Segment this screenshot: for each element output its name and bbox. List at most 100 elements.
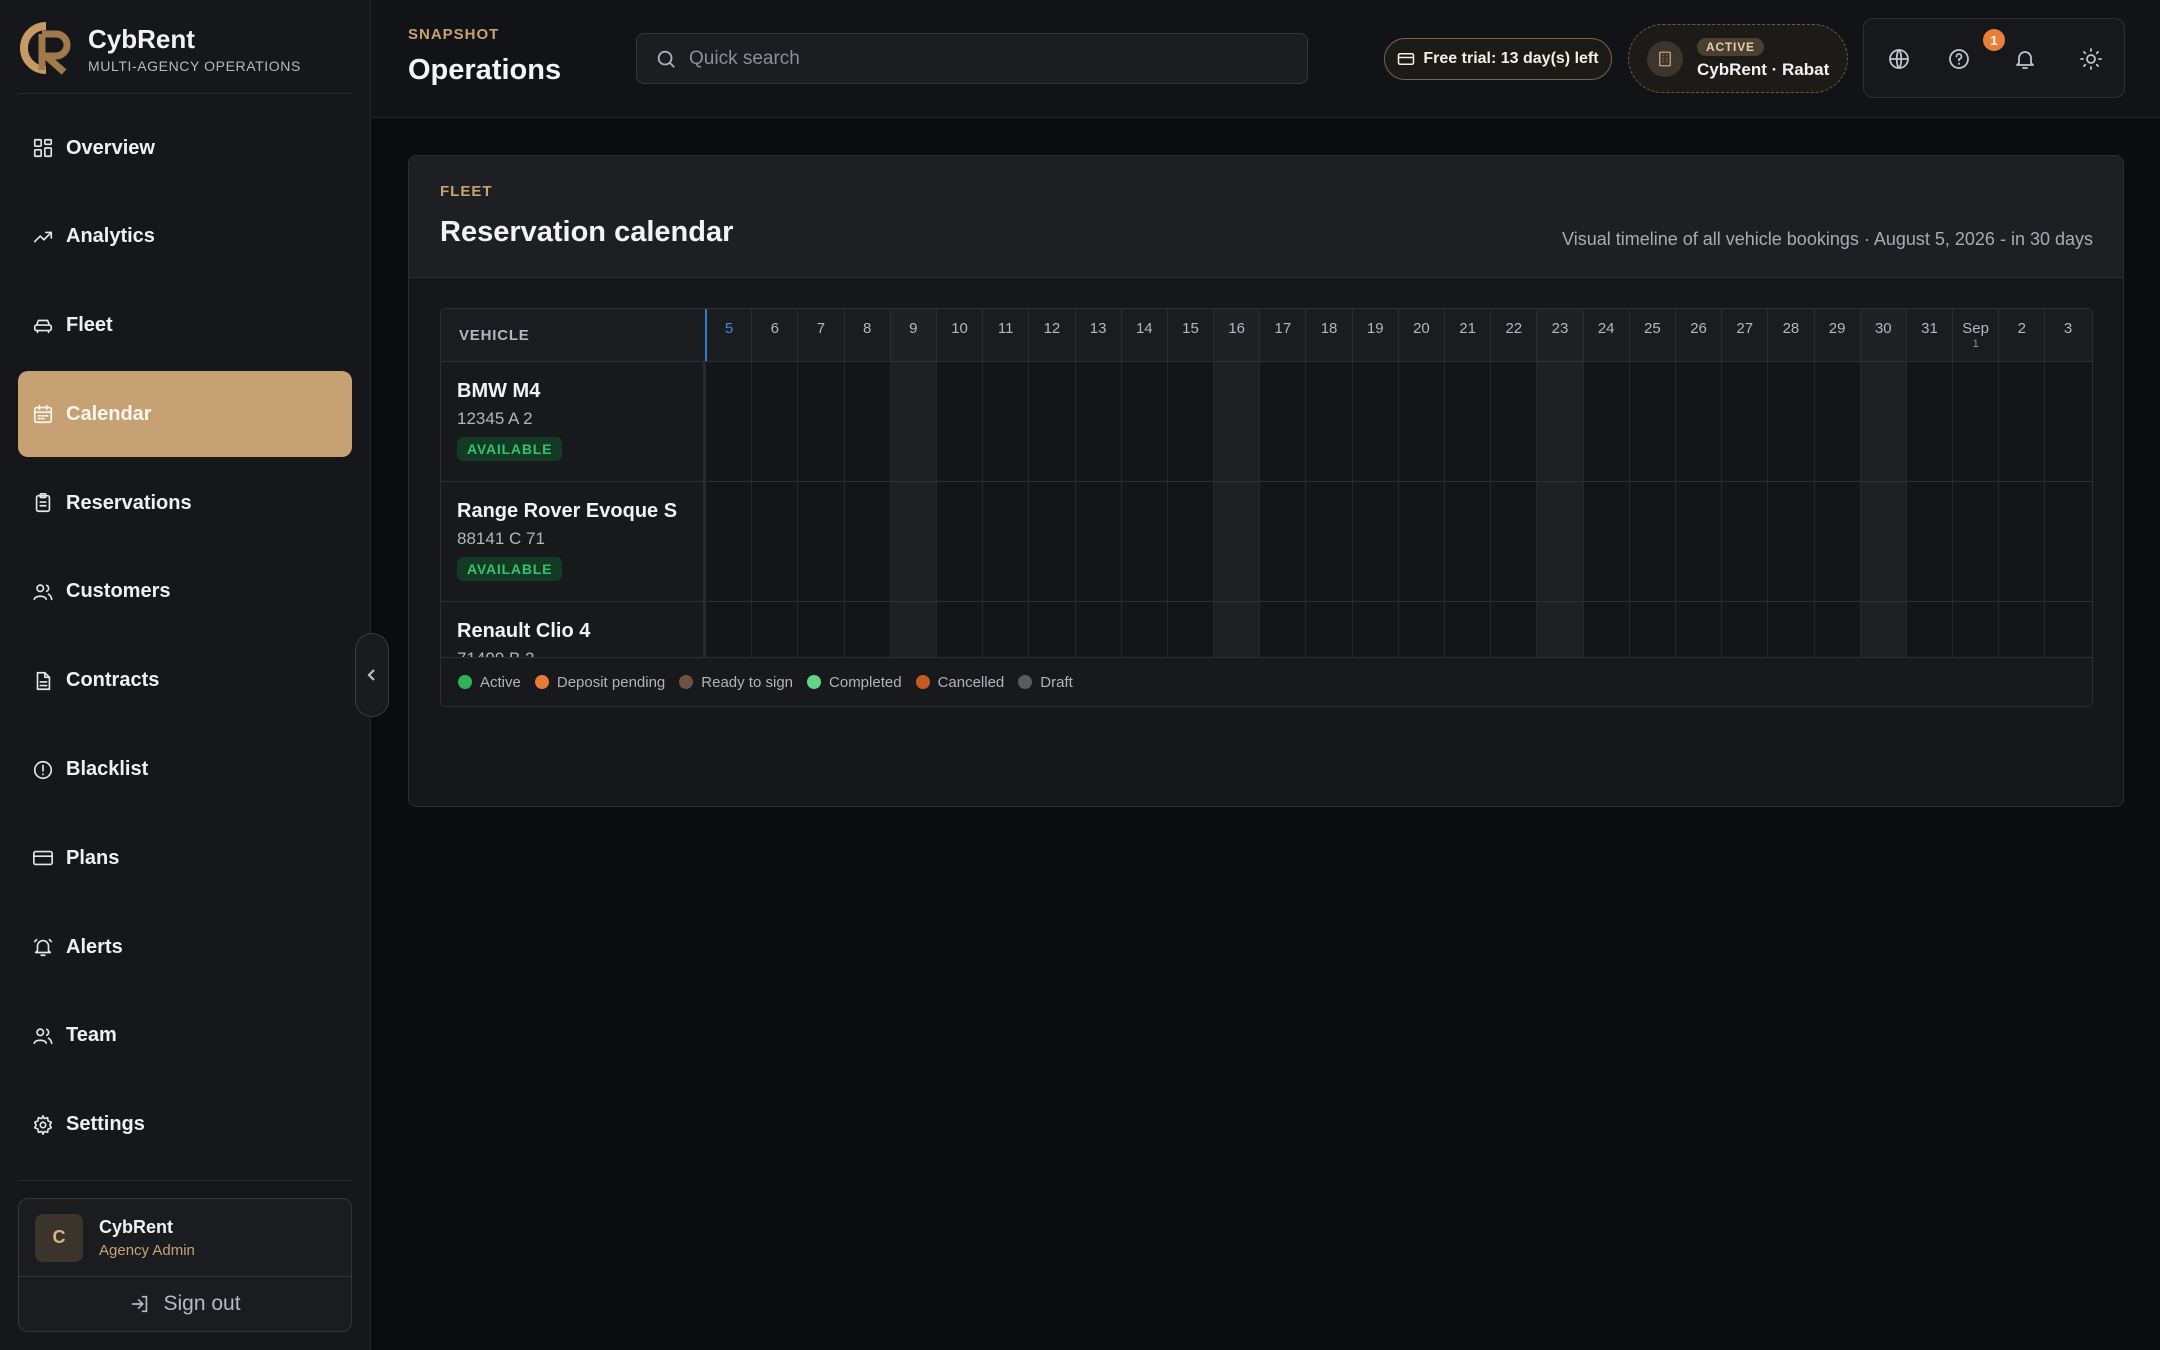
day-cell[interactable] [889, 362, 936, 481]
day-cell[interactable] [705, 482, 751, 601]
day-cell[interactable] [1213, 362, 1260, 481]
day-cell[interactable] [1952, 482, 1998, 601]
day-cell[interactable] [1259, 482, 1305, 601]
day-cell[interactable] [843, 362, 890, 481]
day-cell[interactable] [1998, 362, 2044, 481]
trend-icon [32, 226, 54, 248]
vehicle-info[interactable]: BMW M4 12345 A 2 AVAILABLE [441, 362, 705, 481]
day-cell[interactable] [1028, 362, 1074, 481]
day-cell[interactable] [1582, 362, 1629, 481]
day-label: 21 [1459, 320, 1476, 337]
day-cell[interactable] [797, 362, 843, 481]
agency-name: CybRent · Rabat [1697, 59, 1830, 79]
day-cell[interactable] [889, 482, 936, 601]
day-cell[interactable] [1536, 362, 1583, 481]
sidebar-item-settings[interactable]: Settings [18, 1082, 352, 1168]
day-cell[interactable] [1859, 362, 1906, 481]
day-cell[interactable] [1905, 362, 1952, 481]
page-title: Operations [408, 54, 562, 86]
day-cell[interactable] [1952, 362, 1998, 481]
sidebar-item-alerts[interactable]: Alerts [18, 904, 352, 990]
day-cell[interactable] [1397, 362, 1444, 481]
sidebar-item-label: Reservations [66, 491, 192, 514]
day-cell[interactable] [1859, 482, 1906, 601]
day-header: 11 [982, 309, 1028, 361]
sidebar-item-label: Settings [66, 1113, 145, 1136]
car-icon [32, 315, 54, 337]
day-cell[interactable] [1351, 482, 1398, 601]
day-cell[interactable] [705, 362, 751, 481]
sidebar-item-team[interactable]: Team [18, 993, 352, 1079]
day-cell[interactable] [982, 362, 1028, 481]
day-cell[interactable] [1305, 362, 1351, 481]
search-input[interactable] [689, 47, 1269, 70]
day-cell[interactable] [1074, 482, 1121, 601]
day-cell[interactable] [1905, 482, 1952, 601]
collapse-sidebar-button[interactable] [355, 633, 389, 717]
brand[interactable]: CybRent MULTI-AGENCY OPERATIONS [18, 20, 301, 76]
day-cell[interactable] [982, 482, 1028, 601]
day-header: 20 [1397, 309, 1444, 361]
theme-toggle-button[interactable] [2077, 45, 2105, 73]
day-cell[interactable] [1120, 362, 1167, 481]
day-cell[interactable] [1259, 362, 1305, 481]
sidebar-item-analytics[interactable]: Analytics [18, 194, 352, 280]
day-label: 12 [1043, 320, 1061, 337]
notifications-button[interactable] [2011, 45, 2039, 73]
trial-badge[interactable]: Free trial: 13 day(s) left [1384, 38, 1612, 80]
day-label: 7 [816, 320, 826, 337]
sidebar-item-blacklist[interactable]: Blacklist [18, 727, 352, 813]
day-cell[interactable] [2044, 482, 2090, 601]
day-cell[interactable] [1721, 362, 1767, 481]
day-cell[interactable] [1536, 482, 1583, 601]
day-cell[interactable] [1166, 482, 1213, 601]
day-cell[interactable] [1074, 362, 1121, 481]
sign-out-button[interactable]: Sign out [19, 1277, 351, 1331]
day-cell[interactable] [1351, 362, 1398, 481]
language-button[interactable] [1885, 45, 1913, 73]
agency-switcher[interactable]: ACTIVE CybRent · Rabat [1628, 24, 1848, 93]
day-cell[interactable] [1397, 482, 1444, 601]
day-cell[interactable] [751, 482, 797, 601]
vehicle-info[interactable]: Range Rover Evoque S 88141 C 71 AVAILABLE [441, 482, 705, 601]
day-cell[interactable] [1120, 482, 1167, 601]
sidebar-item-contracts[interactable]: Contracts [18, 638, 352, 724]
day-cell[interactable] [1213, 482, 1260, 601]
day-cell[interactable] [1998, 482, 2044, 601]
day-cell[interactable] [1813, 482, 1860, 601]
day-cell[interactable] [1813, 362, 1860, 481]
day-cell[interactable] [1582, 482, 1629, 601]
sidebar-item-plans[interactable]: Plans [18, 815, 352, 901]
day-cell[interactable] [1444, 482, 1490, 601]
day-cell[interactable] [843, 482, 890, 601]
day-cell[interactable] [1721, 482, 1767, 601]
day-cell[interactable] [1767, 482, 1813, 601]
day-cell[interactable] [2044, 362, 2090, 481]
day-cell[interactable] [751, 362, 797, 481]
sidebar-item-calendar[interactable]: Calendar [18, 371, 352, 458]
day-cell[interactable] [1305, 482, 1351, 601]
day-cell[interactable] [1767, 362, 1813, 481]
help-button[interactable] [1945, 45, 1973, 73]
sidebar-item-overview[interactable]: Overview [18, 105, 352, 191]
sidebar-item-customers[interactable]: Customers [18, 549, 352, 635]
day-cell[interactable] [1444, 362, 1490, 481]
sidebar-item-reservations[interactable]: Reservations [18, 460, 352, 546]
day-header: 16 [1213, 309, 1260, 361]
day-cell[interactable] [935, 362, 982, 481]
day-cell[interactable] [1674, 482, 1721, 601]
day-cell[interactable] [1674, 362, 1721, 481]
day-cell[interactable] [1028, 482, 1074, 601]
search-box[interactable] [636, 33, 1308, 84]
day-cell[interactable] [1490, 482, 1536, 601]
day-label: 11 [997, 320, 1014, 337]
day-label: 29 [1828, 320, 1846, 337]
day-cell[interactable] [1628, 482, 1675, 601]
day-cell[interactable] [935, 482, 982, 601]
day-cell[interactable] [1166, 362, 1213, 481]
user-profile[interactable]: C CybRent Agency Admin [19, 1199, 351, 1277]
sidebar-item-fleet[interactable]: Fleet [18, 283, 352, 369]
day-cell[interactable] [1490, 362, 1536, 481]
day-cell[interactable] [797, 482, 843, 601]
day-cell[interactable] [1628, 362, 1675, 481]
